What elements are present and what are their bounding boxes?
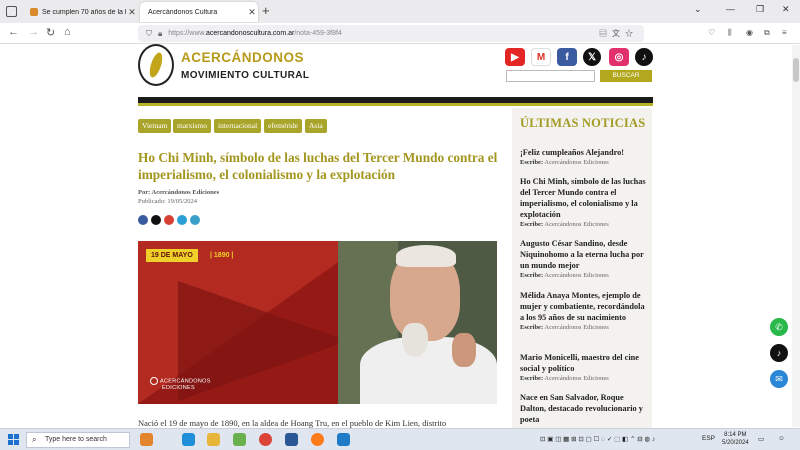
extensions-icon[interactable]: ⧉ [764,28,770,38]
hero-year: | 1890 | [210,252,234,259]
x-icon[interactable]: 𝕏 [583,48,601,66]
news-item[interactable]: Nace en San Salvador, Roque Dalton, dest… [520,392,648,425]
email-icon[interactable]: ✉ [770,370,788,388]
news-item[interactable]: Mario Monicelli, maestro del cine social… [520,352,648,382]
windows-start-icon[interactable] [8,434,19,445]
pocket-icon[interactable]: ♡ [708,28,715,37]
article-title: Ho Chi Minh, símbolo de las luchas del T… [138,150,498,182]
new-tab-icon[interactable]: + [262,3,270,18]
tab-favicon-icon [30,8,38,16]
taskbar-search[interactable]: ⌕ Type here to search [26,432,130,448]
brand-tagline[interactable]: MOVIMIENTO CULTURAL [181,70,309,81]
browser-tab-1[interactable]: Se cumplen 70 años de la bata ✕ [22,2,138,22]
share-pinterest-icon[interactable] [164,215,174,225]
close-window-icon[interactable]: ✕ [782,4,790,15]
tab-title: Acercándonos Cultura [148,8,218,16]
tag-marxismo[interactable]: marxismo [173,119,211,133]
tiktok-icon[interactable]: ♪ [635,48,653,66]
close-tab-icon[interactable]: ✕ [126,7,138,18]
hero-date: 19 DE MAYO [146,249,198,262]
gmail-icon[interactable]: M [531,48,551,66]
news-item[interactable]: Mélida Anaya Montes, ejemplo de mujer y … [520,290,648,331]
url-domain: acercandonoscultura.com.ar [206,30,295,37]
forward-icon[interactable]: → [28,26,39,38]
hero-logo: ACERCÁNDONOS EDICIONES [150,377,211,391]
url-path: /nota-459-3f8f4 [294,30,342,37]
share-facebook-icon[interactable] [138,215,148,225]
close-tab-icon[interactable]: ✕ [246,7,258,18]
header-divider-accent [138,103,653,106]
instagram-icon[interactable]: ◎ [609,48,629,66]
file-explorer-icon[interactable] [207,433,220,446]
back-icon[interactable]: ← [8,26,19,38]
youtube-icon[interactable]: ▶ [505,48,525,66]
url-prefix: https://www. [168,30,206,37]
app-icon[interactable] [233,433,246,446]
sidebar-title: ÚLTIMAS NOTICIAS [520,116,646,130]
site-search-input[interactable] [506,70,595,82]
tag-asia[interactable]: Asia [305,119,327,133]
notifications-icon[interactable]: ▭ [758,435,764,443]
share-telegram-icon[interactable] [177,215,187,225]
reload-icon[interactable]: ↻ [46,26,55,39]
share-x-icon[interactable] [151,215,161,225]
account-icon[interactable]: ◉ [746,28,753,37]
browser-tab-bar: Se cumplen 70 años de la bata ✕ Acercánd… [0,0,800,23]
share-email-icon[interactable] [190,215,200,225]
menu-icon[interactable]: ≡ [782,28,787,37]
site-logo-icon[interactable] [138,44,174,86]
scrollbar-thumb[interactable] [793,58,799,82]
tab-title: Se cumplen 70 años de la bata [42,8,126,16]
article-byline: Por: Acercándonos Ediciones [138,189,220,196]
lock-icon: 🔒︎ [158,28,163,38]
minimize-icon[interactable]: — [726,4,735,14]
chevron-down-icon[interactable]: ⌄ [694,4,702,15]
article-body: Nació el 19 de mayo de 1890, en la aldea… [138,418,447,428]
edge-icon[interactable] [182,433,195,446]
home-icon[interactable]: ⌂ [64,26,71,38]
system-tray-icons[interactable]: ⊡ ▣ ◫ ▦ ⊞ ⊡ ▢ ☐ ◌ ✓ ⬚ ◧ ⌃ ⊟ ◍ ♪ [540,435,655,443]
news-item[interactable]: ¡Feliz cumpleaños Alejandro! Escribe: Ac… [520,147,648,166]
app-window-icon[interactable] [337,433,350,446]
word-icon[interactable] [285,433,298,446]
taskbar-clock[interactable]: 8:14 PM 5/20/2024 [722,431,749,447]
tag-efemeride[interactable]: efeméride [264,119,302,133]
page-actions-icon[interactable]: ▤文☆ [599,28,638,39]
news-item[interactable]: Ho Chi Minh, símbolo de las luchas del T… [520,176,648,228]
address-bar[interactable]: ⛉ 🔒︎ https://www. acercandonoscultura.co… [138,25,644,42]
windows-taskbar: ⌕ Type here to search ⊡ ▣ ◫ ▦ ⊞ ⊡ ▢ ☐ ◌ … [0,428,800,450]
library-icon[interactable]: ⫼ [728,28,732,38]
search-button[interactable]: BUSCAR [600,70,652,82]
search-icon: ⌕ [32,435,37,444]
restore-icon[interactable]: ❐ [756,4,764,15]
news-item[interactable]: Augusto César Sandino, desde Niquinohomo… [520,238,648,279]
tab-list-icon[interactable] [6,6,17,17]
firefox-icon[interactable] [311,433,324,446]
widgets-icon[interactable]: ☺ [778,435,785,442]
article-date: Publicado: 19/05/2024 [138,198,198,205]
whatsapp-icon[interactable]: ✆ [770,318,788,336]
weather-widget-icon[interactable] [140,433,153,446]
tag-vietnam[interactable]: Vietnam [138,119,172,133]
tiktok-float-icon[interactable]: ♪ [770,344,788,362]
browser-tab-2[interactable]: Acercándonos Cultura ✕ [140,2,258,22]
shield-icon: ⛉ [146,28,152,38]
brand-name[interactable]: ACERCÁNDONOS [181,50,304,65]
facebook-icon[interactable]: f [557,48,577,66]
chrome-icon[interactable] [259,433,272,446]
page-scrollbar[interactable] [792,45,800,427]
article-hero-image: 19 DE MAYO | 1890 | ACERCÁNDONOS EDICION… [138,241,497,404]
tag-internacional[interactable]: internacional [214,119,262,133]
language-indicator[interactable]: ESP [702,435,715,442]
browser-nav-bar: ← → ↻ ⌂ ⛉ 🔒︎ https://www. acercandonoscu… [0,23,800,44]
